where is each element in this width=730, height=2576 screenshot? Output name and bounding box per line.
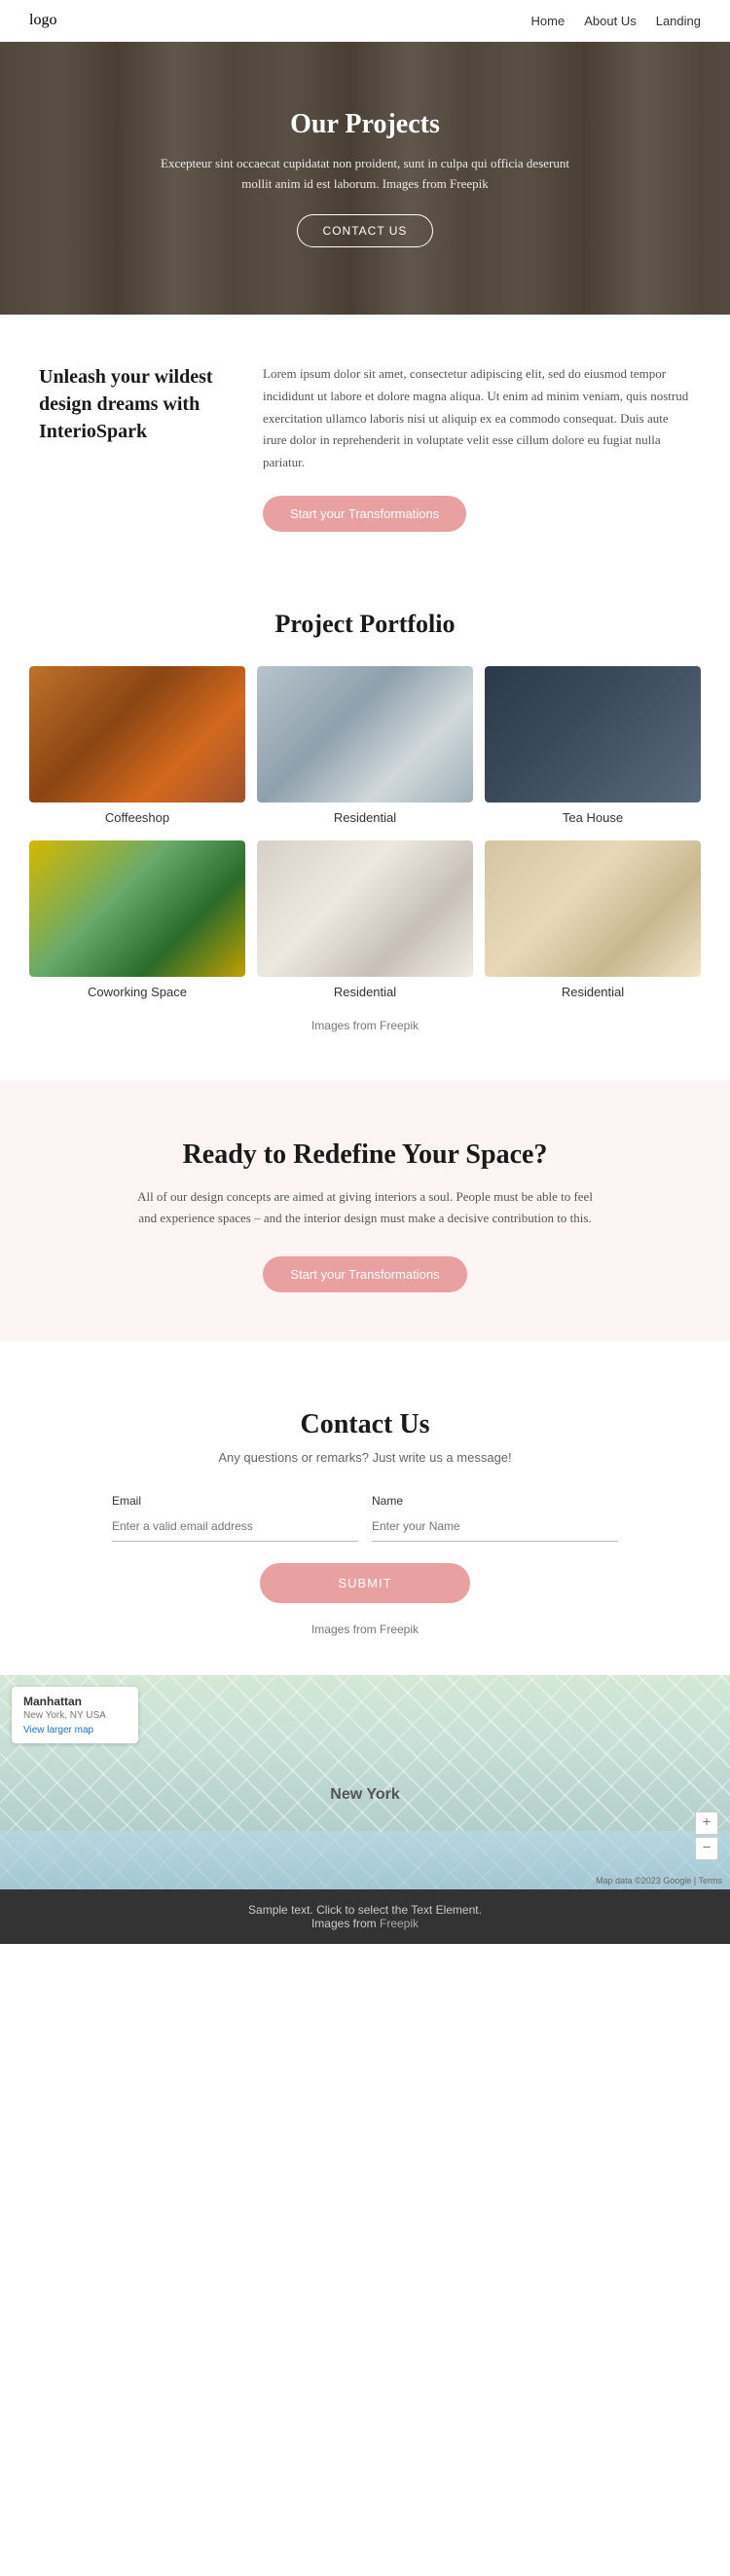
portfolio-image-residential1 (257, 666, 473, 803)
intro-body: Lorem ipsum dolor sit amet, consectetur … (263, 363, 691, 474)
contact-form-row: Email Name (112, 1494, 618, 1542)
map-city-label: New York (330, 1786, 399, 1804)
contact-title: Contact Us (58, 1409, 672, 1440)
portfolio-label-4: Residential (257, 977, 473, 1003)
portfolio-label-3: Coworking Space (29, 977, 245, 1003)
map-attribution: Map data ©2023 Google | Terms (596, 1876, 722, 1885)
portfolio-item-1[interactable]: Residential (257, 666, 473, 829)
name-input[interactable] (372, 1512, 618, 1542)
contact-form: Email Name SUBMIT (112, 1494, 618, 1603)
hero-content: Our Projects Excepteur sint occaecat cup… (161, 109, 569, 247)
footer-images: Images from Freepik (14, 1917, 716, 1930)
contact-freepik-link[interactable]: Freepik (380, 1623, 419, 1636)
site-footer: Sample text. Click to select the Text El… (0, 1889, 730, 1944)
portfolio-item-4[interactable]: Residential (257, 840, 473, 1003)
cta-button[interactable]: Start your Transformations (263, 1256, 466, 1292)
portfolio-image-teahouse (485, 666, 701, 803)
hero-freepik-link[interactable]: Freepik (450, 176, 489, 191)
submit-button[interactable]: SUBMIT (260, 1563, 469, 1603)
intro-body-block: Lorem ipsum dolor sit amet, consectetur … (263, 363, 691, 532)
intro-heading: Unleash your wildest design dreams with … (39, 363, 234, 445)
portfolio-label-0: Coffeeshop (29, 803, 245, 829)
portfolio-image-coworking (29, 840, 245, 977)
intro-section: Unleash your wildest design dreams with … (0, 315, 730, 571)
portfolio-freepik-link[interactable]: Freepik (380, 1019, 419, 1032)
cta-subtitle: All of our design concepts are aimed at … (131, 1186, 599, 1229)
map-background: New York Manhattan New York, NY USA View… (0, 1675, 730, 1889)
hero-subtitle: Excepteur sint occaecat cupidatat non pr… (161, 154, 569, 195)
map-info-box: Manhattan New York, NY USA View larger m… (12, 1687, 138, 1743)
portfolio-section: Project Portfolio Coffeeshop Residential… (0, 571, 730, 1062)
portfolio-image-residential3 (485, 840, 701, 977)
nav-home[interactable]: Home (531, 14, 566, 28)
email-label: Email (112, 1494, 141, 1508)
contact-footer: Images from Freepik (58, 1623, 672, 1636)
nav-about[interactable]: About Us (584, 14, 636, 28)
portfolio-item-3[interactable]: Coworking Space (29, 840, 245, 1003)
nav-landing[interactable]: Landing (656, 14, 701, 28)
map-zoom-out-button[interactable]: − (695, 1837, 718, 1860)
email-field-wrapper: Email (112, 1494, 358, 1542)
cta-section: Ready to Redefine Your Space? All of our… (0, 1081, 730, 1341)
portfolio-footer: Images from Freepik (29, 1019, 701, 1032)
footer-text: Sample text. Click to select the Text El… (14, 1903, 716, 1917)
map-place-address: New York, NY USA (23, 1710, 127, 1721)
portfolio-label-5: Residential (485, 977, 701, 1003)
intro-cta-button[interactable]: Start your Transformations (263, 496, 466, 532)
portfolio-label-1: Residential (257, 803, 473, 829)
name-field-wrapper: Name (372, 1494, 618, 1542)
map-larger-link[interactable]: View larger map (23, 1725, 127, 1736)
portfolio-title: Project Portfolio (29, 610, 701, 639)
hero-cta-button[interactable]: CONTACT US (297, 214, 434, 247)
navbar: logo Home About Us Landing (0, 0, 730, 42)
portfolio-image-coffeeshop (29, 666, 245, 803)
cta-title: Ready to Redefine Your Space? (58, 1139, 672, 1171)
map-section: New York Manhattan New York, NY USA View… (0, 1675, 730, 1889)
portfolio-label-2: Tea House (485, 803, 701, 829)
contact-subtitle: Any questions or remarks? Just write us … (58, 1450, 672, 1465)
portfolio-item-0[interactable]: Coffeeshop (29, 666, 245, 829)
contact-section: Contact Us Any questions or remarks? Jus… (0, 1361, 730, 1675)
map-zoom-controls: + − (695, 1811, 718, 1860)
map-zoom-in-button[interactable]: + (695, 1811, 718, 1835)
footer-freepik-link[interactable]: Freepik (380, 1917, 419, 1930)
email-input[interactable] (112, 1512, 358, 1542)
map-place-name: Manhattan (23, 1695, 127, 1708)
nav-logo: logo (29, 12, 56, 29)
name-label: Name (372, 1494, 403, 1508)
hero-title: Our Projects (161, 109, 569, 140)
portfolio-image-residential2 (257, 840, 473, 977)
nav-links: Home About Us Landing (531, 14, 701, 28)
portfolio-item-2[interactable]: Tea House (485, 666, 701, 829)
portfolio-item-5[interactable]: Residential (485, 840, 701, 1003)
intro-heading-block: Unleash your wildest design dreams with … (39, 363, 234, 445)
portfolio-grid: Coffeeshop Residential Tea House Coworki… (29, 666, 701, 1003)
hero-section: Our Projects Excepteur sint occaecat cup… (0, 42, 730, 315)
